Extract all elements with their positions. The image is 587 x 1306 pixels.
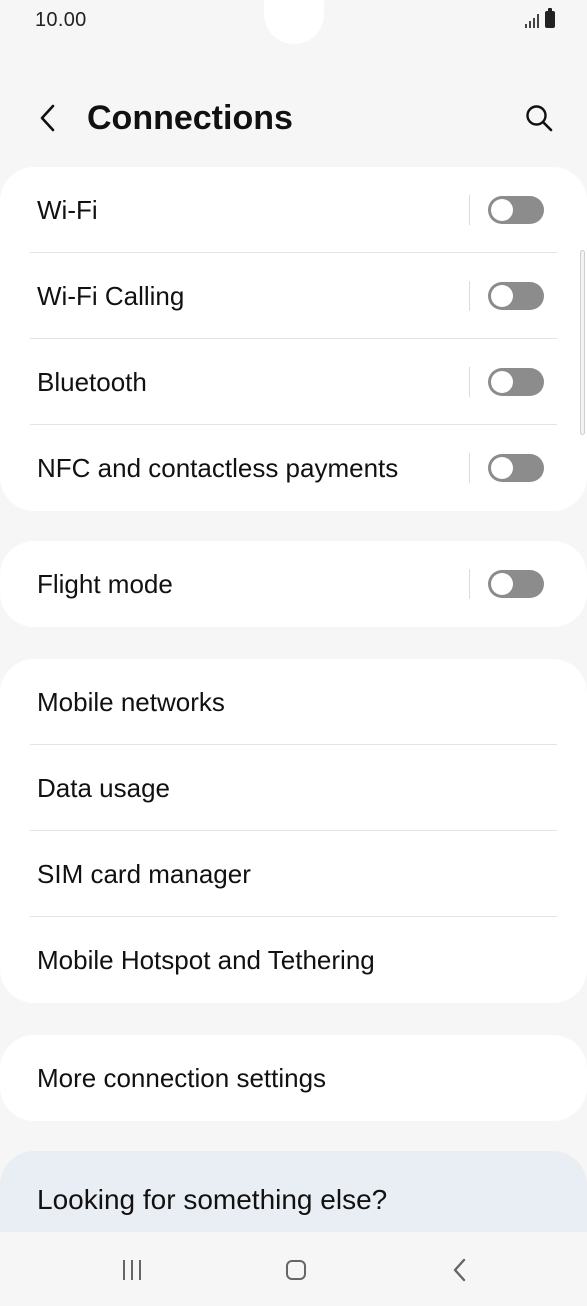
setting-label: Flight mode: [37, 569, 173, 599]
wifi-toggle[interactable]: [488, 196, 544, 224]
setting-row-sim-manager[interactable]: SIM card manager: [0, 831, 587, 917]
nfc-toggle[interactable]: [488, 454, 544, 482]
page-title: Connections: [87, 99, 293, 137]
chevron-left-icon: [40, 104, 55, 132]
setting-label: Mobile Hotspot and Tethering: [37, 945, 375, 975]
suggestion-title: Looking for something else?: [37, 1184, 388, 1215]
status-icons: [525, 8, 555, 28]
setting-row-flight-mode[interactable]: Flight mode: [0, 541, 587, 627]
setting-row-wifi[interactable]: Wi-Fi: [0, 167, 587, 253]
recents-button[interactable]: [110, 1252, 154, 1288]
settings-group-more: More connection settings: [0, 1035, 587, 1121]
setting-label: Mobile networks: [37, 687, 225, 717]
settings-group-mobile: Mobile networks Data usage SIM card mana…: [0, 659, 587, 1003]
divider: [469, 569, 470, 599]
status-time: 10.00: [35, 9, 87, 31]
back-button[interactable]: [28, 98, 68, 138]
signal-icon: [525, 12, 539, 28]
scrollbar[interactable]: [580, 250, 585, 435]
toggle-knob: [491, 285, 513, 307]
settings-group-wireless: Wi-Fi Wi-Fi Calling Bluetooth NFC and co…: [0, 167, 587, 511]
toggle-knob: [491, 457, 513, 479]
battery-icon: [545, 8, 555, 28]
toggle-knob: [491, 573, 513, 595]
setting-row-mobile-networks[interactable]: Mobile networks: [0, 659, 587, 745]
toggle-knob: [491, 199, 513, 221]
camera-notch: [264, 0, 324, 44]
phone-screen: 10.00 Connections Wi-Fi Wi-Fi Calling Bl…: [0, 0, 587, 1306]
home-icon: [286, 1260, 306, 1280]
setting-row-bluetooth[interactable]: Bluetooth: [0, 339, 587, 425]
divider: [469, 195, 470, 225]
setting-label: SIM card manager: [37, 859, 251, 889]
home-button[interactable]: [274, 1252, 318, 1288]
settings-group-flight: Flight mode: [0, 541, 587, 627]
divider: [469, 281, 470, 311]
nav-back-button[interactable]: [438, 1252, 482, 1288]
setting-row-hotspot[interactable]: Mobile Hotspot and Tethering: [0, 917, 587, 1003]
status-bar: 10.00: [0, 0, 587, 44]
setting-row-data-usage[interactable]: Data usage: [0, 745, 587, 831]
back-icon: [453, 1258, 466, 1282]
setting-label: More connection settings: [37, 1063, 327, 1093]
search-button[interactable]: [519, 98, 559, 138]
divider: [469, 367, 470, 397]
setting-label: NFC and contactless payments: [37, 453, 399, 483]
search-icon: [526, 105, 553, 132]
recents-icon: [123, 1260, 141, 1280]
setting-label: Wi-Fi: [37, 195, 98, 225]
setting-label: Wi-Fi Calling: [37, 281, 185, 311]
setting-row-more-connection[interactable]: More connection settings: [0, 1035, 587, 1121]
bluetooth-toggle[interactable]: [488, 368, 544, 396]
suggestion-card[interactable]: Looking for something else?: [0, 1151, 587, 1241]
flight-mode-toggle[interactable]: [488, 570, 544, 598]
setting-label: Data usage: [37, 773, 170, 803]
setting-row-nfc[interactable]: NFC and contactless payments: [0, 425, 587, 511]
setting-label: Bluetooth: [37, 367, 147, 397]
toggle-knob: [491, 371, 513, 393]
divider: [469, 453, 470, 483]
wifi-calling-toggle[interactable]: [488, 282, 544, 310]
navigation-bar: [0, 1232, 587, 1306]
setting-row-wifi-calling[interactable]: Wi-Fi Calling: [0, 253, 587, 339]
app-header: Connections: [0, 80, 587, 160]
